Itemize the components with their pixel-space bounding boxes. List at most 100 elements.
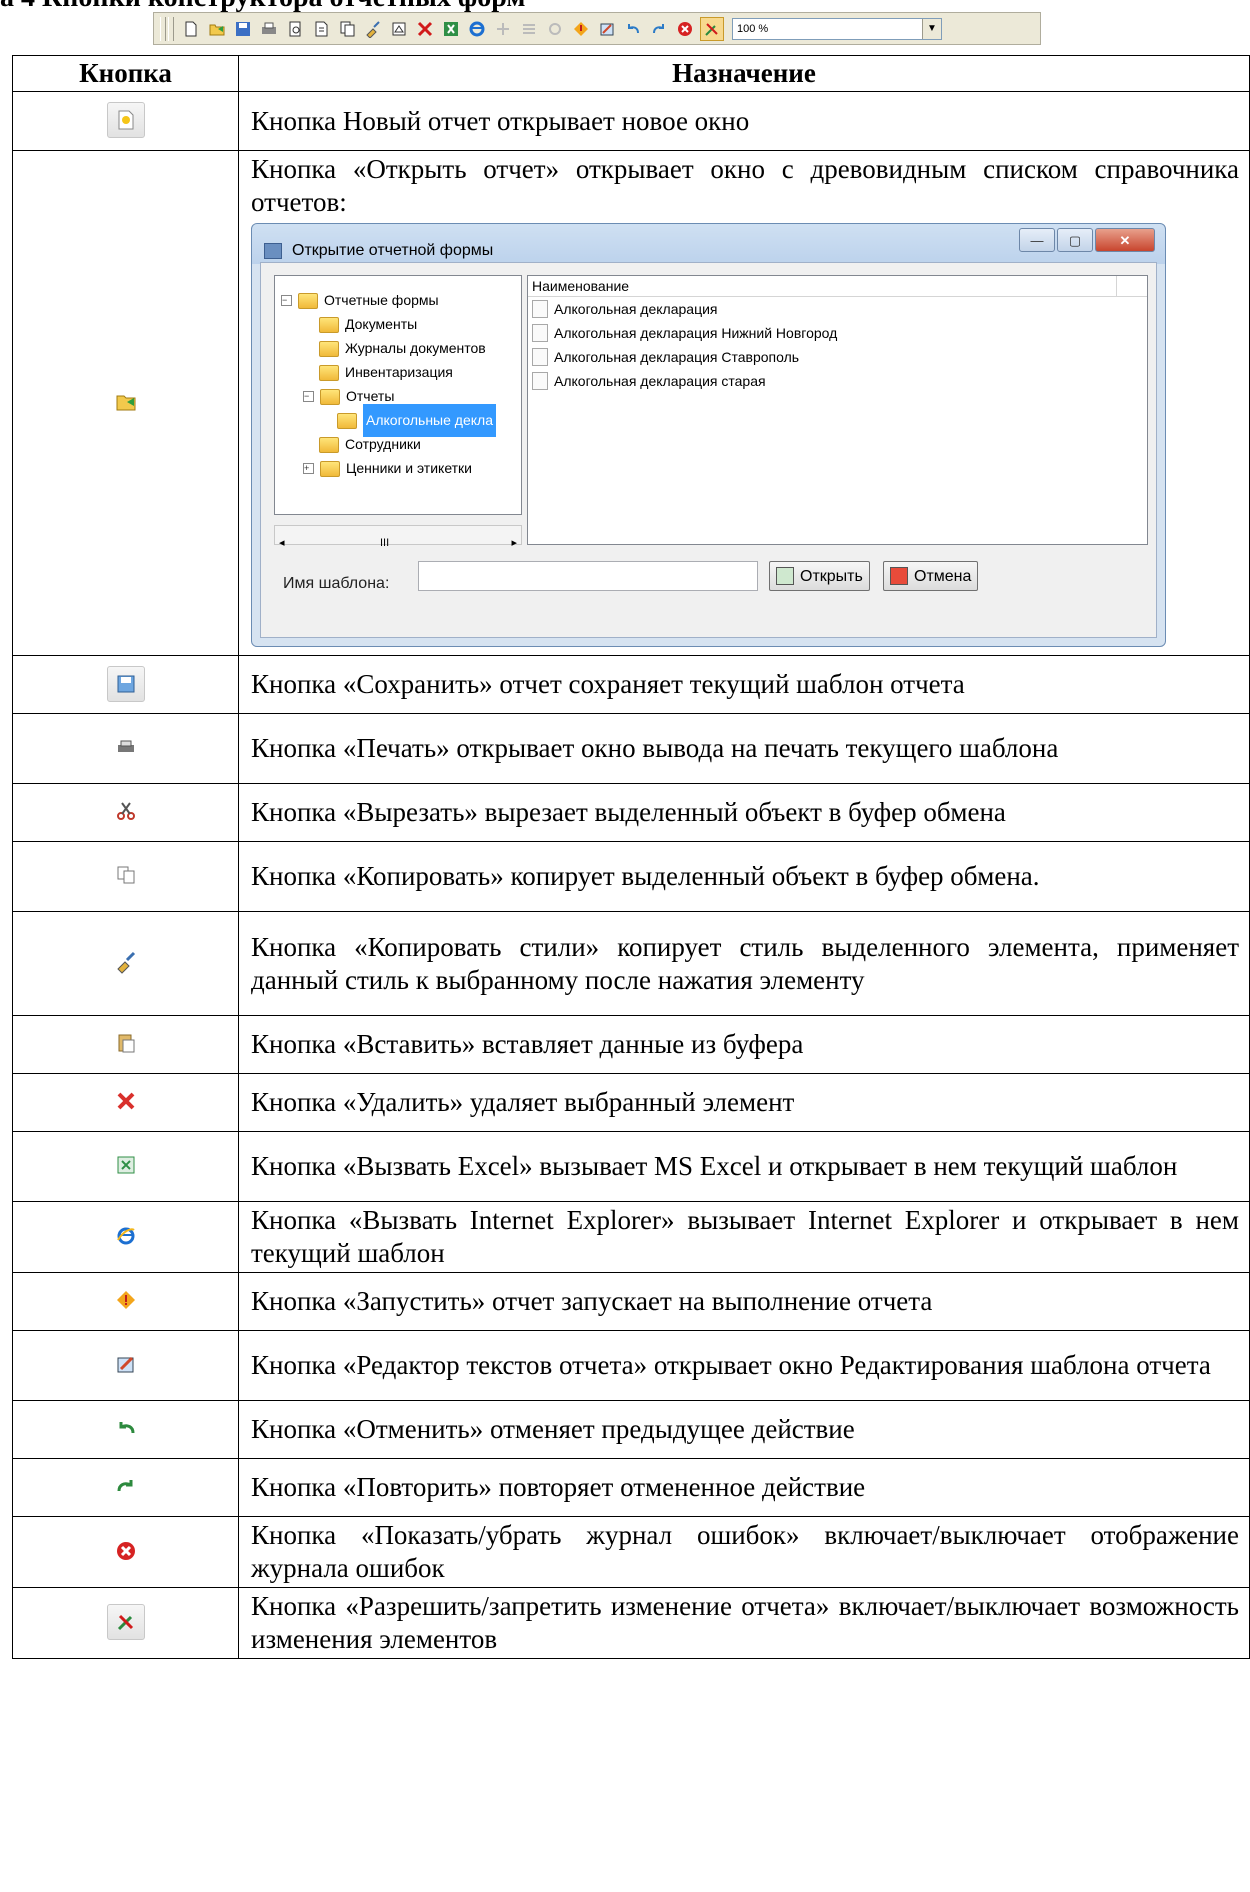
collapse-icon[interactable]: − bbox=[281, 295, 292, 306]
table-row: Кнопка «Вызвать Excel» вызывает MS Excel… bbox=[12, 1131, 1250, 1202]
open-button[interactable]: Открыть bbox=[769, 561, 870, 591]
paste-icon bbox=[108, 1026, 144, 1060]
table-row: Кнопка «Редактор текстов отчета» открыва… bbox=[12, 1330, 1250, 1401]
document-icon bbox=[532, 372, 548, 390]
table-row: Кнопка Новый отчет открывает новое окно bbox=[12, 91, 1250, 151]
document-icon bbox=[532, 300, 548, 318]
toolbar-grip[interactable] bbox=[160, 16, 166, 41]
folder-icon bbox=[298, 292, 318, 309]
redo-icon bbox=[108, 1469, 144, 1503]
undo-icon[interactable] bbox=[622, 18, 644, 40]
row-text: Кнопка «Повторить» повторяет отмененное … bbox=[238, 1458, 1250, 1517]
report-list[interactable]: Наименование Алкогольная декларация Алко… bbox=[527, 275, 1148, 545]
minimize-button[interactable]: — bbox=[1019, 228, 1055, 252]
page-icon[interactable] bbox=[388, 18, 410, 40]
print-icon[interactable] bbox=[258, 18, 280, 40]
editor-icon[interactable] bbox=[596, 18, 618, 40]
maximize-button[interactable]: ▢ bbox=[1057, 228, 1093, 252]
row-text: Кнопка «Запустить» отчет запускает на вы… bbox=[238, 1272, 1250, 1331]
row-text: Кнопка «Вырезать» вырезает выделенный об… bbox=[238, 783, 1250, 842]
scroll-right-icon[interactable]: ▸ bbox=[511, 527, 517, 560]
folder-icon bbox=[319, 364, 339, 381]
row-text: Кнопка «Удалить» удаляет выбранный элеме… bbox=[238, 1073, 1250, 1132]
window-icon bbox=[264, 242, 282, 259]
redo-icon[interactable] bbox=[648, 18, 670, 40]
folder-tree[interactable]: − Отчетные формы Документы Журналы докуме… bbox=[274, 275, 522, 515]
cancel-icon bbox=[890, 567, 908, 585]
delete-icon[interactable] bbox=[414, 18, 436, 40]
horizontal-scrollbar[interactable]: ◂ III ▸ bbox=[274, 525, 522, 549]
table-row: Кнопка «Удалить» удаляет выбранный элеме… bbox=[12, 1073, 1250, 1132]
scroll-left-icon[interactable]: ◂ bbox=[279, 527, 285, 560]
save-icon[interactable] bbox=[232, 18, 254, 40]
row-text: Кнопка «Открыть отчет» открывает окно с … bbox=[251, 154, 1239, 217]
table-row: Кнопка «Вырезать» вырезает выделенный об… bbox=[12, 783, 1250, 842]
header-purpose: Назначение bbox=[238, 55, 1250, 92]
buttons-table: Кнопка Назначение Кнопка Новый отчет отк… bbox=[12, 55, 1250, 1659]
ie-icon[interactable] bbox=[466, 18, 488, 40]
row-text: Кнопка «Показать/убрать журнал ошибок» в… bbox=[238, 1516, 1250, 1588]
document-icon bbox=[532, 324, 548, 342]
disabled-icon-1[interactable] bbox=[492, 18, 514, 40]
copy-icon[interactable] bbox=[336, 18, 358, 40]
row-text: Кнопка «Редактор текстов отчета» открыва… bbox=[238, 1330, 1250, 1401]
template-name-label: Имя шаблона: bbox=[283, 575, 390, 592]
folder-icon bbox=[320, 388, 340, 405]
table-row: Кнопка «Сохранить» отчет сохраняет текущ… bbox=[12, 655, 1250, 714]
table-row: Кнопка «Вставить» вставляет данные из бу… bbox=[12, 1015, 1250, 1074]
disabled-icon-2[interactable] bbox=[518, 18, 540, 40]
delete-icon bbox=[108, 1084, 144, 1118]
table-row: Кнопка «Отменить» отменяет предыдущее де… bbox=[12, 1400, 1250, 1459]
zoom-select[interactable]: 100 % ▼ bbox=[732, 17, 942, 40]
table-row: Кнопка «Разрешить/запретить изменение от… bbox=[12, 1587, 1250, 1659]
cancel-button[interactable]: Отмена bbox=[883, 561, 979, 591]
toggle-edit-icon[interactable] bbox=[700, 16, 724, 41]
row-text: Кнопка «Отменить» отменяет предыдущее де… bbox=[238, 1400, 1250, 1459]
table-row: Кнопка «Запустить» отчет запускает на вы… bbox=[12, 1272, 1250, 1331]
table-row: Кнопка «Копировать стили» копирует стиль… bbox=[12, 911, 1250, 1016]
scroll-thumb[interactable]: III bbox=[380, 527, 389, 560]
row-text: Кнопка «Копировать» копирует выделенный … bbox=[238, 841, 1250, 912]
table-row: Кнопка «Открыть отчет» открывает окно с … bbox=[12, 150, 1250, 656]
row-text: Кнопка «Сохранить» отчет сохраняет текущ… bbox=[238, 655, 1250, 714]
list-item[interactable]: Алкогольная декларация старая bbox=[528, 369, 1147, 393]
error-log-icon[interactable] bbox=[674, 18, 696, 40]
excel-icon[interactable] bbox=[440, 18, 462, 40]
folder-icon bbox=[319, 436, 339, 453]
table-row: Кнопка «Показать/убрать журнал ошибок» в… bbox=[12, 1516, 1250, 1588]
run-icon bbox=[108, 1283, 144, 1317]
run-icon[interactable] bbox=[570, 18, 592, 40]
expand-icon[interactable]: + bbox=[303, 463, 314, 474]
collapse-icon[interactable]: − bbox=[303, 391, 314, 402]
preview-icon[interactable] bbox=[284, 18, 306, 40]
undo-icon bbox=[108, 1411, 144, 1445]
row-text: Кнопка «Вызвать Internet Explorer» вызыв… bbox=[238, 1201, 1250, 1273]
format-brush-icon[interactable] bbox=[362, 18, 384, 40]
cut-icon bbox=[108, 794, 144, 828]
open-report-icon bbox=[108, 385, 144, 419]
template-name-input[interactable] bbox=[418, 561, 758, 591]
document-icon bbox=[532, 348, 548, 366]
folder-icon bbox=[337, 412, 357, 429]
folder-icon bbox=[319, 316, 339, 333]
toggle-edit-icon bbox=[106, 1604, 145, 1640]
export-icon[interactable] bbox=[310, 18, 332, 40]
row-text: Кнопка «Копировать стили» копирует стиль… bbox=[238, 911, 1250, 1016]
excel-icon bbox=[108, 1148, 144, 1182]
disabled-icon-3[interactable] bbox=[544, 18, 566, 40]
save-icon bbox=[106, 665, 145, 702]
table-row: Кнопка «Копировать» копирует выделенный … bbox=[12, 841, 1250, 912]
table-row: Кнопка «Вызвать Internet Explorer» вызыв… bbox=[12, 1201, 1250, 1273]
header-button: Кнопка bbox=[12, 55, 239, 92]
row-text: Кнопка Новый отчет открывает новое окно bbox=[238, 91, 1250, 151]
folder-icon bbox=[319, 340, 339, 357]
open-icon[interactable] bbox=[206, 18, 228, 40]
ie-icon bbox=[108, 1219, 144, 1253]
chevron-down-icon[interactable]: ▼ bbox=[922, 18, 941, 39]
new-icon[interactable] bbox=[180, 18, 202, 40]
error-log-icon bbox=[108, 1534, 144, 1568]
new-report-icon bbox=[106, 102, 145, 138]
tree-item[interactable]: + Ценники и этикетки bbox=[303, 452, 472, 485]
close-button[interactable]: ✕ bbox=[1095, 228, 1155, 252]
open-report-dialog: Открытие отчетной формы — ▢ ✕ − Отчетные … bbox=[251, 223, 1166, 647]
